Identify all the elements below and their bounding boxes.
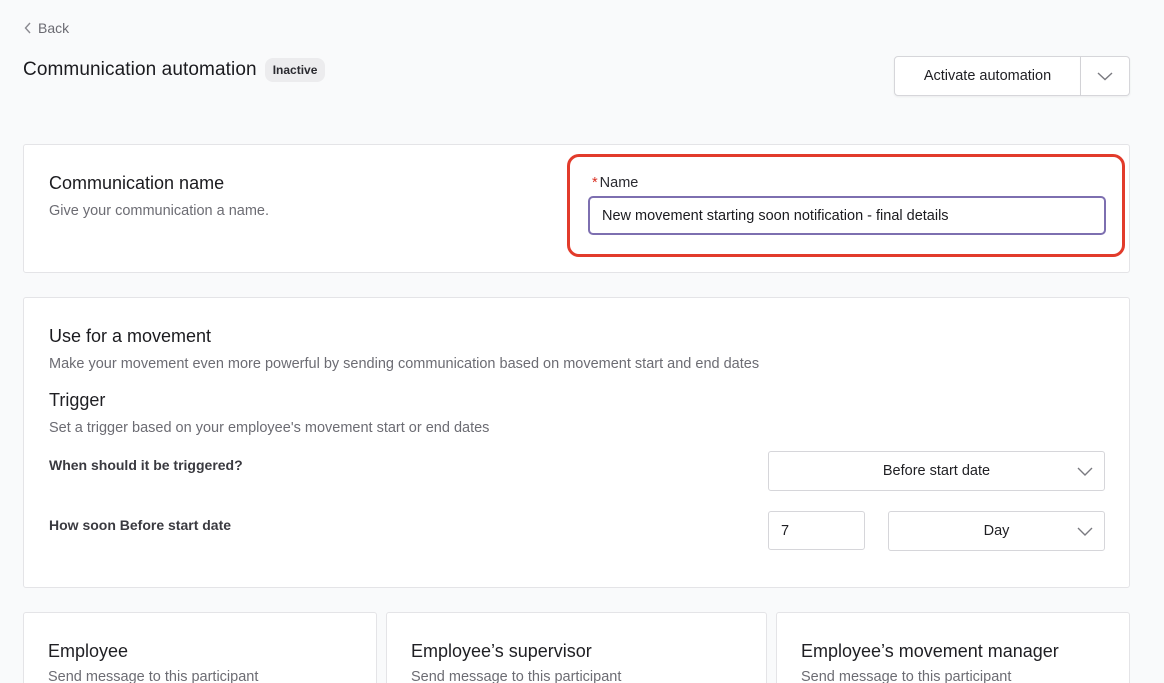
how-soon-unit-value: Day (983, 523, 1010, 539)
participant-description: Send message to this participant (411, 669, 622, 683)
participant-description: Send message to this participant (48, 669, 259, 683)
name-input[interactable] (588, 196, 1106, 235)
required-mark: * (592, 175, 598, 191)
activate-options-button[interactable] (1081, 56, 1130, 96)
back-link[interactable]: Back (24, 20, 69, 36)
movement-card: Use for a movement Make your movement ev… (23, 297, 1130, 588)
section-description: Give your communication a name. (49, 203, 270, 219)
participant-title: Employee’s movement manager (801, 641, 1059, 661)
participant-title: Employee (48, 641, 129, 661)
section-description: Make your movement even more powerful by… (49, 356, 760, 372)
chevron-down-icon (1077, 467, 1093, 476)
activate-split-button: Activate automation (894, 56, 1130, 96)
section-title: Communication name (49, 173, 225, 193)
participant-title: Employee’s supervisor (411, 641, 592, 661)
communication-name-card: Communication name Give your communicati… (23, 144, 1130, 273)
how-soon-unit-select[interactable]: Day (888, 511, 1105, 551)
trigger-description: Set a trigger based on your employee's m… (49, 420, 490, 436)
trigger-title: Trigger (49, 390, 106, 410)
chevron-down-icon (1077, 527, 1093, 536)
when-triggered-label: When should it be triggered? (49, 457, 243, 473)
participant-description: Send message to this participant (801, 669, 1012, 683)
name-field-label: * Name (592, 175, 638, 191)
page-header: Communication automation Inactive (23, 58, 326, 82)
back-label: Back (38, 20, 70, 36)
when-triggered-value: Before start date (882, 463, 991, 479)
activate-automation-button[interactable]: Activate automation (894, 56, 1081, 96)
chevron-left-icon (24, 22, 31, 34)
how-soon-label: How soon Before start date (49, 517, 232, 533)
participant-card-movement-manager[interactable]: Employee’s movement manager Send message… (776, 612, 1130, 683)
name-label-text: Name (599, 175, 639, 191)
participant-card-employee[interactable]: Employee Send message to this participan… (23, 612, 377, 683)
chevron-down-icon (1097, 72, 1113, 81)
page-title: Communication automation (23, 59, 257, 80)
how-soon-number-input[interactable] (768, 511, 865, 550)
section-title: Use for a movement (49, 326, 212, 346)
participant-card-supervisor[interactable]: Employee’s supervisor Send message to th… (386, 612, 767, 683)
status-badge: Inactive (264, 58, 326, 82)
when-triggered-select[interactable]: Before start date (768, 451, 1105, 491)
